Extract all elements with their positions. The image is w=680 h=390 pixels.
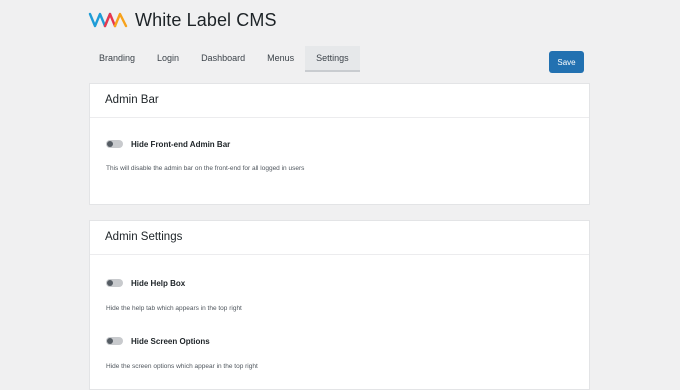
hide-help-box-toggle[interactable]: [106, 279, 123, 287]
tab-menus[interactable]: Menus: [256, 46, 305, 70]
toggle-row: Hide Help Box: [106, 277, 185, 289]
hide-screen-options-setting: Hide Screen Options Hide the screen opti…: [106, 335, 258, 370]
hide-frontend-admin-bar-description: This will disable the admin bar on the f…: [106, 165, 305, 172]
toggle-row: Hide Screen Options: [106, 335, 210, 347]
tab-branding[interactable]: Branding: [88, 46, 146, 70]
hide-help-box-setting: Hide Help Box Hide the help tab which ap…: [106, 277, 242, 312]
hide-screen-options-toggle[interactable]: [106, 337, 123, 345]
hide-frontend-admin-bar-setting: Hide Front-end Admin Bar This will disab…: [106, 138, 304, 172]
admin-bar-panel-title: Admin Bar: [90, 84, 589, 118]
admin-bar-panel: Admin Bar Hide Front-end Admin Bar This …: [89, 83, 590, 205]
settings-tabs: Branding Login Dashboard Menus Settings: [88, 46, 360, 72]
tab-dashboard[interactable]: Dashboard: [190, 46, 256, 70]
app-title: White Label CMS: [135, 9, 277, 30]
save-button[interactable]: Save: [549, 51, 584, 73]
admin-settings-panel: Admin Settings Hide Help Box Hide the he…: [89, 220, 590, 390]
toggle-row: Hide Front-end Admin Bar: [106, 138, 230, 150]
hide-screen-options-description: Hide the screen options which appear in …: [106, 363, 258, 370]
toggle-knob: [107, 280, 113, 286]
wlcms-logo-icon: [88, 12, 128, 28]
hide-frontend-admin-bar-toggle[interactable]: [106, 140, 123, 148]
tab-settings[interactable]: Settings: [305, 46, 360, 72]
admin-settings-panel-title: Admin Settings: [90, 221, 589, 255]
hide-help-box-label: Hide Help Box: [131, 278, 186, 288]
hide-screen-options-label: Hide Screen Options: [131, 336, 210, 346]
toggle-knob: [107, 338, 113, 344]
toggle-knob: [107, 141, 113, 147]
hide-frontend-admin-bar-label: Hide Front-end Admin Bar: [131, 139, 231, 149]
app-header: White Label CMS: [88, 6, 277, 34]
tab-login[interactable]: Login: [146, 46, 190, 70]
hide-help-box-description: Hide the help tab which appears in the t…: [106, 305, 242, 312]
